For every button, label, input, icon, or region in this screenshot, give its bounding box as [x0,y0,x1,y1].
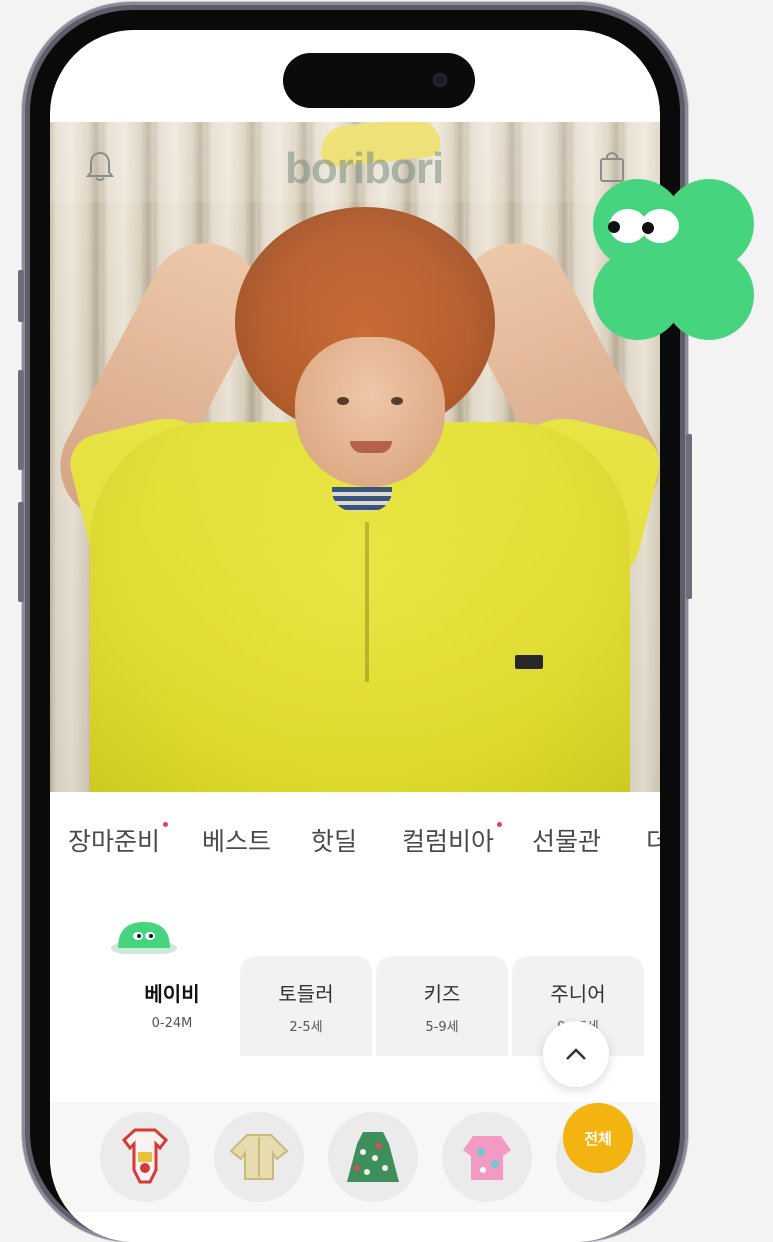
dynamic-island [283,53,475,108]
baby-dress-icon [347,1132,399,1182]
age-tab-baby[interactable]: 베이비 0-24M [106,956,238,1056]
action-button [18,270,24,322]
power-button [686,434,692,599]
menu-item-label: 컬럼비아 [402,827,495,856]
menu-item-label: 베스트 [202,827,272,856]
age-tab-range: 5-9세 [425,1020,459,1035]
age-tab-label: 토들러 [278,982,334,1006]
top-bar: boribori [50,122,660,202]
chevron-up-icon [566,1048,586,1060]
category-pink-outfit[interactable] [442,1112,532,1202]
age-tab-kids[interactable]: 키즈 5-9세 [376,956,508,1056]
age-tab-label: 주니어 [550,982,606,1006]
bell-icon[interactable] [80,146,120,186]
menu-item-best[interactable]: 베스트 [202,822,271,858]
menu-item-gift-shop[interactable]: 선물관 [532,822,601,858]
all-categories-button[interactable]: 전체 [563,1103,633,1173]
menu-item-label: 핫딜 [311,827,358,856]
age-tab-range: 2-5세 [289,1020,323,1035]
age-tab-toddler[interactable]: 토들러 2-5세 [240,956,372,1056]
hero-banner[interactable] [50,122,660,792]
menu-item-label: 선물관 [532,827,602,856]
baby-top-icon [229,1134,289,1180]
menu-item-hotdeal[interactable]: 핫딜 [311,822,357,858]
category-dress[interactable] [328,1112,418,1202]
volume-up-button [18,370,24,470]
category-menu: 장마준비 베스트 핫딜 컬럼비아 선물관 더 [50,792,660,887]
menu-item-columbia[interactable]: 컬럼비아 [402,822,494,858]
age-tab-label: 베이비 [144,982,200,1006]
age-tab-label: 키즈 [423,982,461,1006]
menu-item-more[interactable]: 더 [646,822,660,858]
mascot-character-icon [593,179,754,340]
camera-lens [433,73,447,87]
hero-shade [50,122,660,792]
scroll-top-button[interactable] [543,1021,609,1087]
new-dot-badge [497,822,502,827]
new-dot-badge [163,822,168,827]
menu-item-label: 더 [646,827,660,856]
brand-logo[interactable]: boribori [285,144,444,194]
category-top[interactable] [214,1112,304,1202]
pink-outfit-icon [463,1136,511,1180]
baby-bodysuit-icon [121,1128,169,1184]
mascot-small-icon [111,922,177,954]
volume-down-button [18,502,24,602]
menu-item-label: 장마준비 [68,827,161,856]
age-tab-range: 0-24M [151,1016,193,1031]
menu-item-rainy-season[interactable]: 장마준비 [68,822,160,858]
category-bodysuit[interactable] [100,1112,190,1202]
